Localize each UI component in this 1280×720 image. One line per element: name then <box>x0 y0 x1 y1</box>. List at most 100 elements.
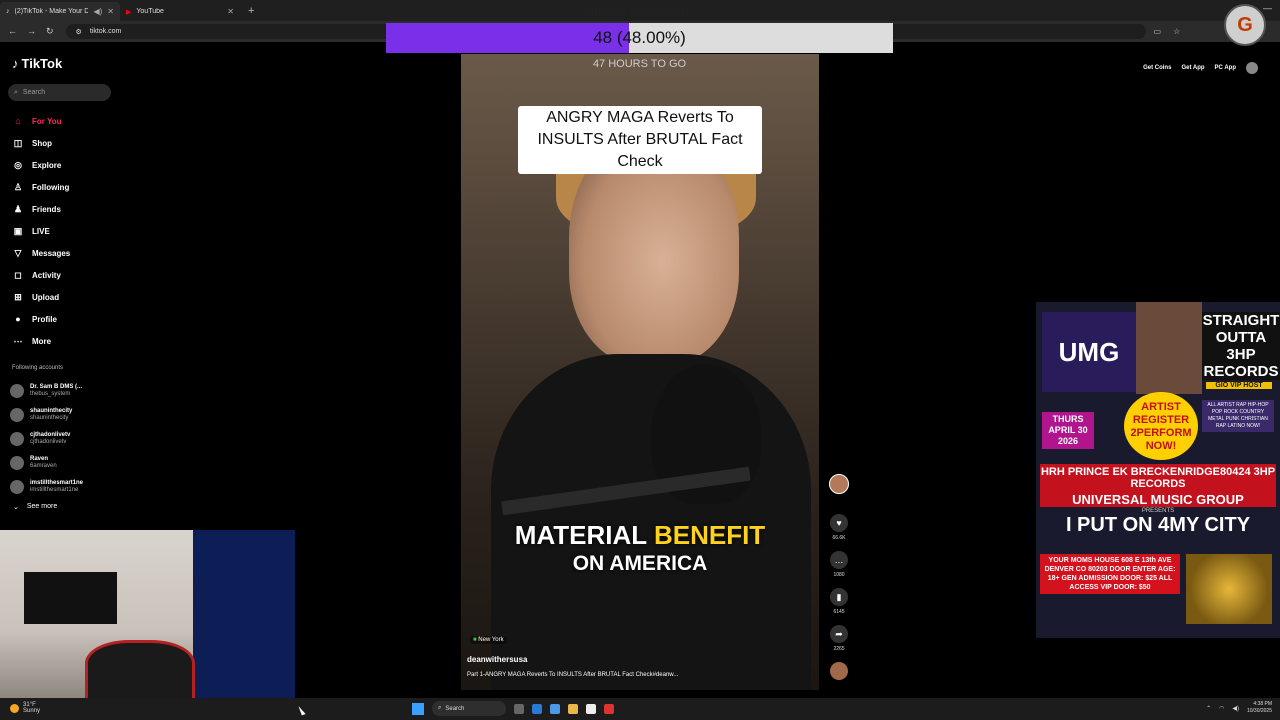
tab-mute-icon[interactable]: ◀) <box>93 7 102 16</box>
task-view-icon[interactable] <box>514 703 524 714</box>
sidebar-item-label: Shop <box>32 138 52 148</box>
file-explorer-icon[interactable] <box>568 703 578 714</box>
pc-app-button[interactable]: PC App <box>1215 65 1236 71</box>
messages-icon: ▽ <box>14 247 22 258</box>
windows-start-icon[interactable] <box>412 702 424 715</box>
sidebar-item-more[interactable]: ⋯ More <box>12 330 70 352</box>
tiktok-tab-icon: ♪ <box>6 8 10 15</box>
chevron-down-icon: ⌄ <box>13 504 19 511</box>
avatar <box>10 384 24 398</box>
wifi-icon[interactable]: ◠ <box>1219 705 1224 712</box>
friends-icon: ♟ <box>13 203 23 214</box>
account-handle: imstillthesmart1ne <box>30 487 79 493</box>
edge-icon[interactable] <box>532 703 542 714</box>
following-account-item[interactable]: imstillthesmart1ne imstillthesmart1ne <box>10 475 83 499</box>
new-tab-button[interactable]: + <box>240 5 262 21</box>
account-handle: cjthadonlivetv <box>30 439 67 445</box>
sidebar-item-label: Messages <box>32 248 71 258</box>
sidebar-item-live[interactable]: ▣ LIVE <box>12 220 70 242</box>
account-handle: thebus_system <box>30 391 71 397</box>
following-account-item[interactable]: Dr. Sam B DMS (... thebus_system <box>10 379 83 403</box>
save-count: 6145 <box>833 609 845 615</box>
sound-avatar[interactable] <box>830 662 848 680</box>
taskbar-clock[interactable]: 4:38 PM 10/30/2025 <box>1247 701 1272 715</box>
weather-desc: Sunny <box>23 708 41 714</box>
get-coins-button[interactable]: Get Coins <box>1143 65 1171 71</box>
activity-icon: ◻ <box>14 269 22 280</box>
site-info-icon[interactable]: ⚙ <box>76 28 82 36</box>
url-text: tiktok.com <box>89 28 122 35</box>
bookmark-star-icon[interactable]: ☆ <box>1173 27 1180 36</box>
following-account-item[interactable]: Raven 6amraven <box>10 451 83 475</box>
flyer-trophy-image <box>1186 554 1272 624</box>
windows-taskbar: 31°F Sunny ⌕ Search ⌃ ◠ ◀) 4:38 PM 10/30… <box>0 698 1280 720</box>
tray-chevron-icon[interactable]: ⌃ <box>1206 705 1211 712</box>
bookmark-icon[interactable]: ▮ <box>830 588 848 606</box>
sidebar-item-profile[interactable]: ● Profile <box>12 308 70 330</box>
sidebar-item-shop[interactable]: ◫ Shop <box>12 132 70 154</box>
following-account-item[interactable]: cjthadonlivetv cjthadonlivetv <box>10 427 83 451</box>
flyer-register-badge: ARTIST REGISTER 2PERFORM NOW! <box>1124 392 1198 460</box>
tiktok-note-icon: ♪ <box>12 56 19 71</box>
event-flyer: UMG STRAIGHT OUTTA 3HP RECORDS GIO VIP H… <box>1036 302 1280 638</box>
sidebar-item-for-you[interactable]: ⌂ For You <box>12 110 70 132</box>
sidebar-item-label: Explore <box>32 160 62 170</box>
close-tab-icon[interactable]: ✕ <box>107 7 114 16</box>
taskbar-search-label: Search <box>445 705 465 712</box>
tab-tiktok[interactable]: ♪ (2)TikTok - Make Your Day ◀) ✕ <box>0 2 120 21</box>
location-pin-icon: ■ <box>473 637 477 643</box>
account-handle: 6amraven <box>30 463 57 469</box>
install-icon[interactable]: ▭ <box>1154 27 1162 36</box>
avatar <box>10 480 24 494</box>
sidebar-item-upload[interactable]: ⊞ Upload <box>12 286 70 308</box>
flyer-headline: I PUT ON 4MY CITY <box>1065 514 1251 536</box>
video-subtitle-line2: ON AMERICA <box>572 552 708 575</box>
store-icon[interactable] <box>586 703 596 714</box>
back-icon[interactable]: ← <box>8 26 17 37</box>
video-player[interactable]: ANGRY MAGA Reverts To INSULTS After BRUT… <box>461 54 819 690</box>
video-location-tag[interactable]: ■ New York <box>470 636 507 644</box>
top-right-actions: Get Coins Get App PC App <box>1143 62 1258 74</box>
following-account-item[interactable]: shauninthecity shauninthecity <box>10 403 83 427</box>
search-icon: ⌕ <box>438 705 442 711</box>
forward-icon[interactable]: → <box>27 26 36 37</box>
sidebar-item-friends[interactable]: ♟ Friends <box>12 198 70 220</box>
video-subtitle-line1: MATERIAL BENEFIT <box>461 520 819 550</box>
sidebar-item-messages[interactable]: ▽ Messages <box>12 242 71 264</box>
youtube-tab-icon: ▶ <box>126 8 132 16</box>
see-more-button[interactable]: ⌄ See more <box>13 503 57 511</box>
avatar[interactable] <box>1246 62 1258 74</box>
sidebar-item-label: Friends <box>32 204 61 214</box>
taskbar-search[interactable]: ⌕ Search <box>432 701 506 716</box>
heart-icon[interactable]: ♥ <box>830 514 848 532</box>
sidebar-item-label: LIVE <box>32 226 50 236</box>
sidebar-item-activity[interactable]: ◻ Activity <box>12 264 70 286</box>
following-accounts-title: Following accounts <box>12 365 64 371</box>
clock-time: 4:38 PM <box>1253 701 1272 707</box>
reload-icon[interactable]: ↻ <box>46 26 54 37</box>
compass-icon: ◎ <box>14 159 22 170</box>
flyer-hrh: HRH PRINCE EK BRECKENRIDGE80424 3HP RECO… <box>1040 464 1276 492</box>
upload-icon: ⊞ <box>14 291 22 302</box>
video-username[interactable]: deanwithersusa <box>467 655 527 664</box>
get-app-button[interactable]: Get App <box>1181 65 1204 71</box>
window-controls: — <box>1263 3 1272 13</box>
copilot-icon[interactable] <box>550 703 560 714</box>
creator-avatar[interactable] <box>829 474 849 494</box>
location-text: New York <box>478 637 504 643</box>
minimize-icon[interactable]: — <box>1263 3 1272 13</box>
close-tab-icon[interactable]: ✕ <box>227 7 234 16</box>
tab-youtube[interactable]: ▶ YouTube ✕ <box>120 2 240 21</box>
weather-widget[interactable]: 31°F Sunny <box>10 702 40 714</box>
sidebar-item-following[interactable]: ♙ Following <box>12 176 70 198</box>
volume-icon[interactable]: ◀) <box>1232 705 1239 712</box>
sidebar-nav: ⌂ For You ◫ Shop ◎ Explore ♙ Following ♟ Friends ▣… <box>12 110 71 352</box>
comment-icon[interactable]: … <box>830 551 848 569</box>
tiktok-logo[interactable]: ♪ TikTok <box>12 56 62 71</box>
chrome-icon[interactable] <box>604 703 614 714</box>
sidebar-item-label: Activity <box>32 270 61 280</box>
more-icon: ⋯ <box>13 335 23 346</box>
search-input[interactable]: ⌕ Search <box>8 84 111 101</box>
sidebar-item-explore[interactable]: ◎ Explore <box>12 154 70 176</box>
share-icon[interactable]: ➦ <box>830 625 848 643</box>
